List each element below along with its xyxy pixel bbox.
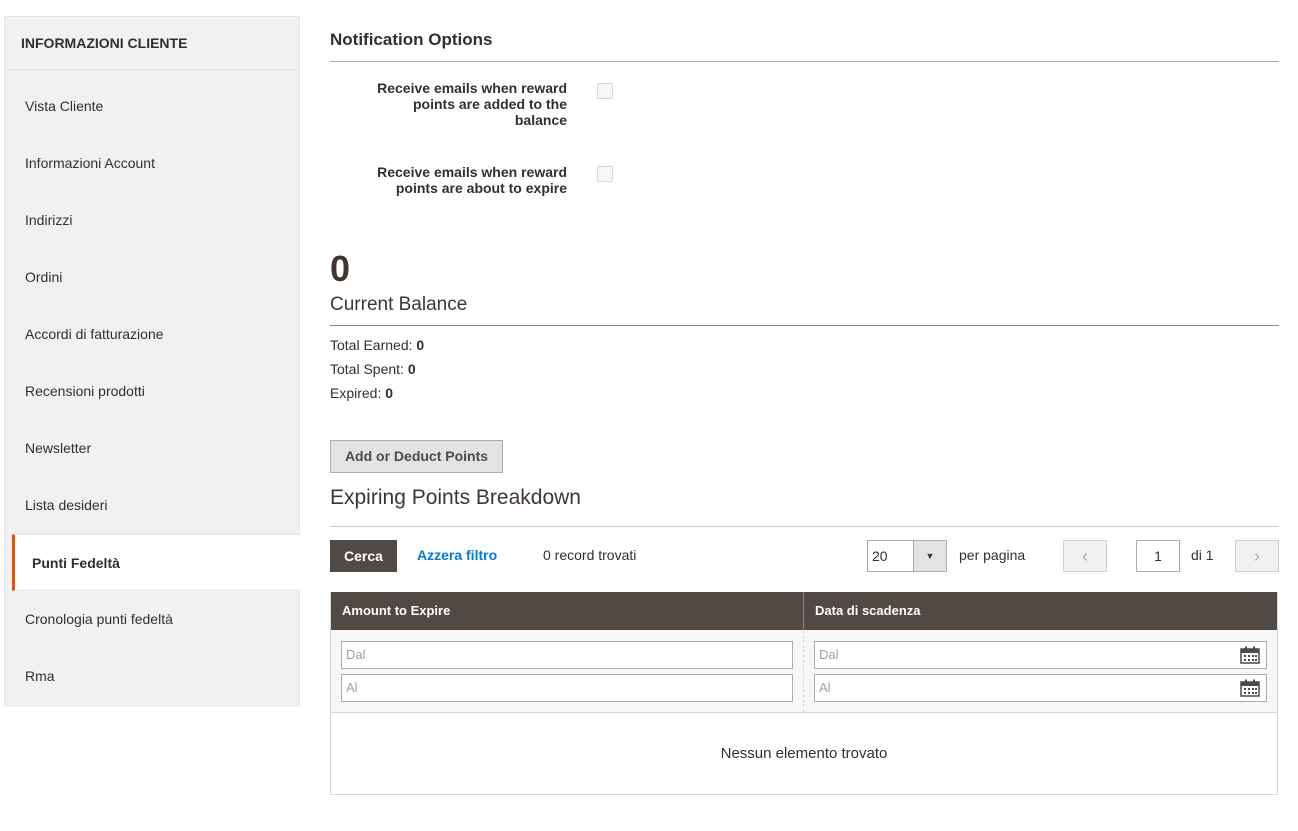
breakdown-divider [330, 526, 1279, 527]
sidebar-item-cronologia-punti[interactable]: Cronologia punti fedeltà [5, 591, 299, 648]
expired: Expired: 0 [330, 385, 393, 401]
page-total: di 1 [1191, 547, 1214, 563]
current-balance-value: 0 [330, 248, 351, 289]
total-spent: Total Spent: 0 [330, 361, 416, 377]
sidebar-item-accordi-fatturazione[interactable]: Accordi di fatturazione [5, 306, 299, 363]
date-filter-cell: Dal Al [804, 630, 1277, 712]
total-earned-value: 0 [416, 337, 425, 353]
notify-expire-checkbox[interactable] [597, 166, 613, 182]
column-amount-to-expire[interactable]: Amount to Expire [331, 592, 804, 630]
customer-info-sidebar: INFORMAZIONI CLIENTE Vista Cliente Infor… [4, 16, 300, 706]
date-to-placeholder: Al [819, 680, 831, 695]
search-button[interactable]: Cerca [330, 540, 397, 572]
empty-message: Nessun elemento trovato [331, 713, 1277, 794]
previous-page-button[interactable]: ‹ [1063, 540, 1107, 572]
add-deduct-points-button[interactable]: Add or Deduct Points [330, 440, 503, 473]
per-page-label: per pagina [959, 547, 1026, 563]
grid-header: Amount to Expire Data di scadenza [331, 592, 1277, 630]
sidebar-title: INFORMAZIONI CLIENTE [5, 17, 299, 70]
expiring-points-title: Expiring Points Breakdown [330, 486, 581, 509]
total-spent-label: Total Spent: [330, 361, 404, 377]
sidebar-item-indirizzi[interactable]: Indirizzi [5, 192, 299, 249]
notify-expire-label-line1: Receive emails when reward [377, 164, 567, 180]
records-found: 0 record trovati [543, 547, 637, 563]
chevron-left-icon: ‹ [1082, 546, 1088, 566]
sidebar-item-ordini[interactable]: Ordini [5, 249, 299, 306]
amount-from-input[interactable]: Dal [341, 641, 793, 669]
sidebar-item-rma[interactable]: Rma [5, 648, 299, 705]
sidebar-item-punti-fedelta[interactable]: Punti Fedeltà [12, 534, 300, 591]
notify-added-label-line1: Receive emails when reward [377, 80, 567, 96]
notification-options-title: Notification Options [330, 30, 493, 49]
total-earned-label: Total Earned: [330, 337, 413, 353]
sidebar-item-newsletter[interactable]: Newsletter [5, 420, 299, 477]
grid-filters-row: Dal Al Dal Al [331, 630, 1277, 713]
amount-to-input[interactable]: Al [341, 674, 793, 702]
expiring-points-grid: Amount to Expire Data di scadenza Dal Al… [330, 592, 1278, 795]
date-from-placeholder: Dal [819, 647, 839, 662]
expired-label: Expired: [330, 385, 382, 401]
notify-expire-label-line2: points are about to expire [395, 180, 567, 196]
column-expiration-date[interactable]: Data di scadenza [804, 592, 1277, 630]
per-page-select[interactable]: 20 ▼ [867, 540, 947, 572]
sidebar-item-lista-desideri[interactable]: Lista desideri [5, 477, 299, 534]
total-spent-value: 0 [407, 361, 416, 377]
expired-value: 0 [385, 385, 394, 401]
per-page-value: 20 [872, 548, 888, 564]
notify-added-label: Receive emails when reward points are ad… [347, 80, 567, 128]
date-from-input[interactable]: Dal [814, 641, 1267, 669]
section-divider [330, 61, 1279, 62]
total-earned: Total Earned: 0 [330, 337, 424, 353]
notify-added-label-line3: balance [514, 112, 567, 128]
calendar-icon[interactable] [1240, 679, 1260, 697]
sidebar-item-recensioni-prodotti[interactable]: Recensioni prodotti [5, 363, 299, 420]
current-balance-label: Current Balance [330, 294, 468, 315]
amount-filter-cell: Dal Al [331, 630, 804, 712]
notify-added-checkbox[interactable] [597, 83, 613, 99]
triangle-down-icon: ▼ [913, 541, 946, 571]
notify-added-label-line2: points are added to the [412, 96, 567, 112]
date-to-input[interactable]: Al [814, 674, 1267, 702]
next-page-button[interactable]: › [1235, 540, 1279, 572]
notify-expire-label: Receive emails when reward points are ab… [347, 164, 567, 196]
reset-filter-link[interactable]: Azzera filtro [417, 547, 497, 563]
sidebar-item-vista-cliente[interactable]: Vista Cliente [5, 78, 299, 135]
chevron-right-icon: › [1254, 546, 1260, 566]
page-number-input[interactable]: 1 [1136, 540, 1180, 572]
calendar-icon[interactable] [1240, 646, 1260, 664]
balance-divider [330, 325, 1279, 326]
sidebar-item-informazioni-account[interactable]: Informazioni Account [5, 135, 299, 192]
